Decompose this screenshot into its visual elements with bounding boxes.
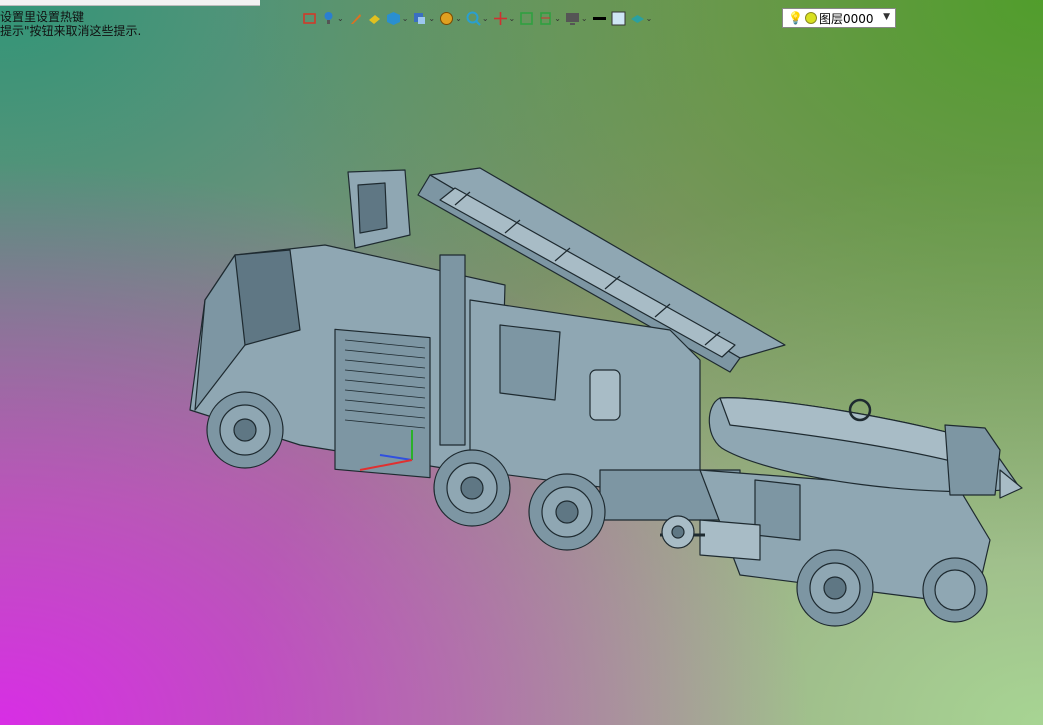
3d-viewport[interactable]: 设置里设置热键 提示"按钮来取消这些提示. ⌄ ⌄ ⌄ ⌄ ⌄ ⌄ ⌄ ⌄ ⌄ 💡 图层0000… (0, 0, 1043, 725)
truck-model[interactable] (0, 0, 1043, 725)
